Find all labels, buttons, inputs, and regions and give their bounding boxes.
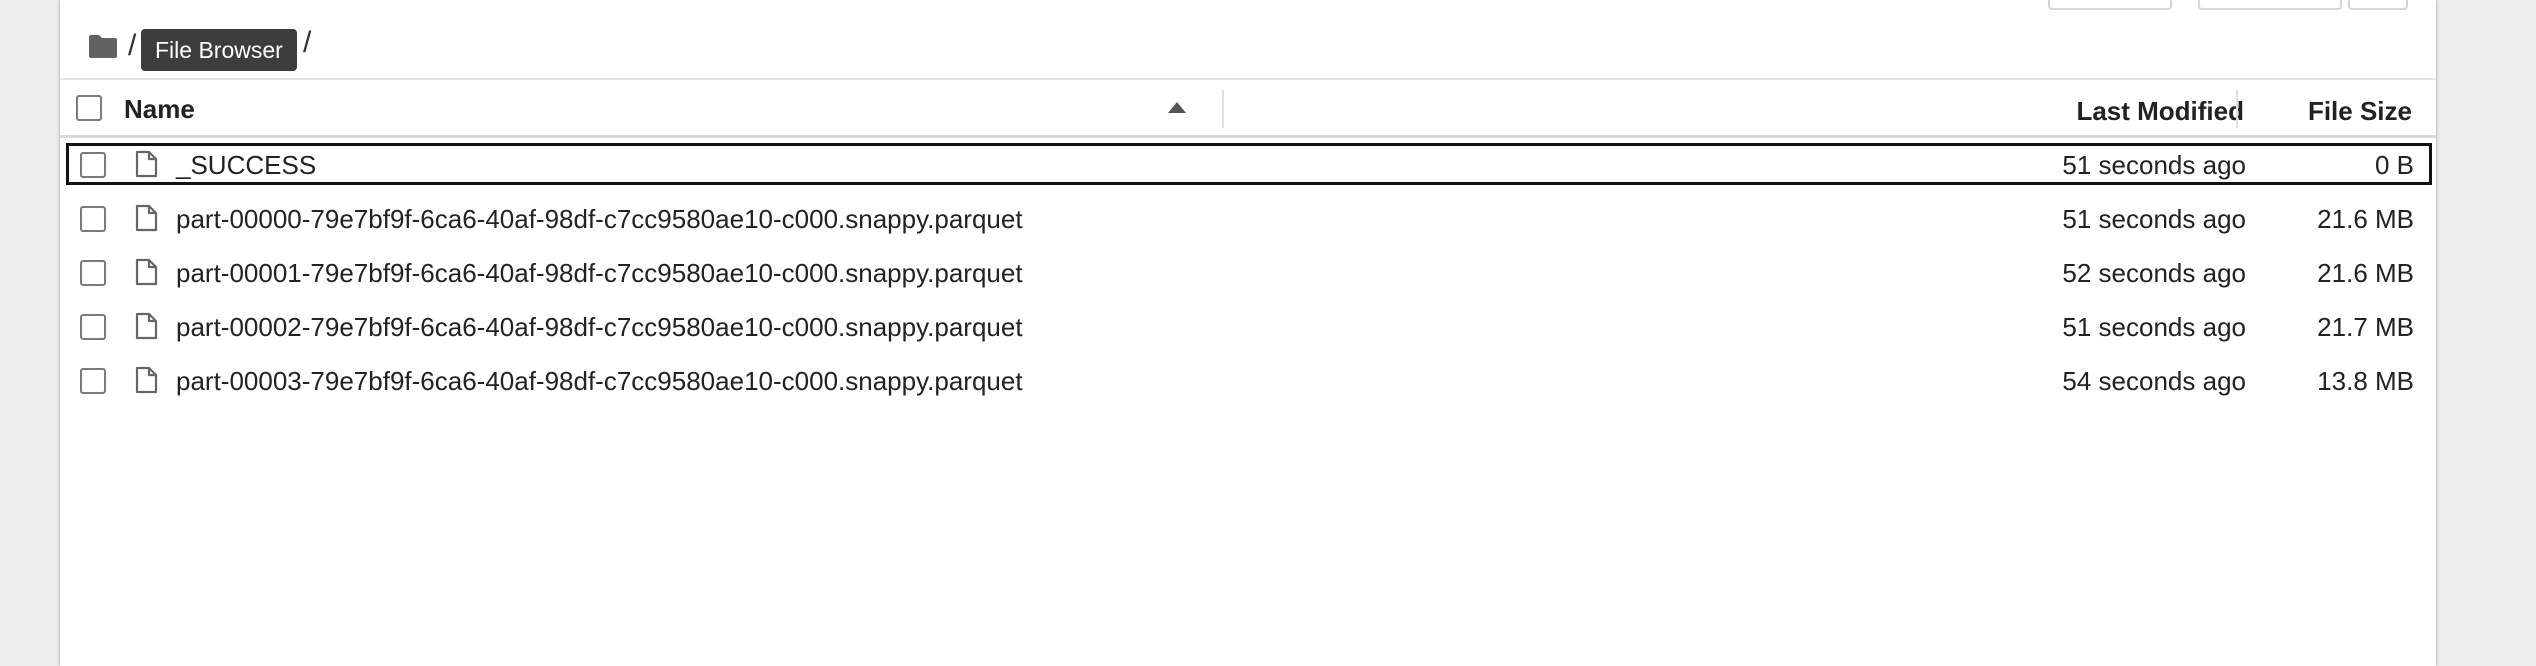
column-header-name[interactable]: Name xyxy=(124,94,195,125)
file-size: 21.7 MB xyxy=(2317,312,2414,342)
folder-icon[interactable] xyxy=(88,33,118,59)
file-name[interactable]: _SUCCESS xyxy=(176,150,316,181)
select-all-checkbox[interactable] xyxy=(76,95,102,121)
file-last-modified: 51 seconds ago xyxy=(2062,204,2246,234)
row-checkbox[interactable] xyxy=(80,368,106,394)
file-size: 21.6 MB xyxy=(2317,258,2414,288)
file-name[interactable]: part-00002-79e7bf9f-6ca6-40af-98df-c7cc9… xyxy=(176,312,1023,343)
file-name[interactable]: part-00003-79e7bf9f-6ca6-40af-98df-c7cc9… xyxy=(176,366,1023,397)
column-resize-handle[interactable] xyxy=(2236,90,2238,128)
breadcrumb: / xyxy=(88,24,136,68)
column-resize-handle[interactable] xyxy=(1222,90,1224,128)
file-last-modified: 52 seconds ago xyxy=(2062,258,2246,288)
file-icon xyxy=(134,150,158,183)
file-size: 13.8 MB xyxy=(2317,366,2414,396)
file-icon xyxy=(134,204,158,237)
file-browser-panel: / File Browser / Name Last Modified File… xyxy=(60,0,2436,666)
row-checkbox[interactable] xyxy=(80,152,106,178)
table-row[interactable]: part-00000-79e7bf9f-6ca6-40af-98df-c7cc9… xyxy=(66,197,2432,239)
table-header: Name Last Modified File Size xyxy=(60,78,2436,138)
row-checkbox[interactable] xyxy=(80,260,106,286)
file-icon xyxy=(134,366,158,399)
toolbar-button-1[interactable] xyxy=(2048,0,2172,10)
row-checkbox[interactable] xyxy=(80,314,106,340)
table-row[interactable]: part-00001-79e7bf9f-6ca6-40af-98df-c7cc9… xyxy=(66,251,2432,293)
row-checkbox[interactable] xyxy=(80,206,106,232)
toolbar-button-2[interactable] xyxy=(2198,0,2342,10)
breadcrumb-trailing-separator: / xyxy=(303,26,312,59)
file-icon xyxy=(134,312,158,345)
toolbar-button-3[interactable] xyxy=(2348,0,2408,10)
breadcrumb-separator: / xyxy=(128,29,137,62)
file-size: 0 B xyxy=(2374,150,2414,180)
table-row[interactable]: part-00003-79e7bf9f-6ca6-40af-98df-c7cc9… xyxy=(66,359,2432,401)
file-icon xyxy=(134,258,158,291)
column-header-file-size[interactable]: File Size xyxy=(2308,96,2412,127)
table-row[interactable]: part-00002-79e7bf9f-6ca6-40af-98df-c7cc9… xyxy=(66,305,2432,347)
sort-ascending-icon[interactable] xyxy=(1168,102,1186,113)
file-browser-tooltip: File Browser xyxy=(141,29,297,71)
file-last-modified: 51 seconds ago xyxy=(2062,150,2246,180)
file-name[interactable]: part-00000-79e7bf9f-6ca6-40af-98df-c7cc9… xyxy=(176,204,1023,235)
table-row[interactable]: _SUCCESS 51 seconds ago 0 B xyxy=(66,143,2432,185)
file-size: 21.6 MB xyxy=(2317,204,2414,234)
file-last-modified: 51 seconds ago xyxy=(2062,312,2246,342)
column-header-last-modified[interactable]: Last Modified xyxy=(2076,96,2244,127)
file-last-modified: 54 seconds ago xyxy=(2062,366,2246,396)
file-name[interactable]: part-00001-79e7bf9f-6ca6-40af-98df-c7cc9… xyxy=(176,258,1023,289)
